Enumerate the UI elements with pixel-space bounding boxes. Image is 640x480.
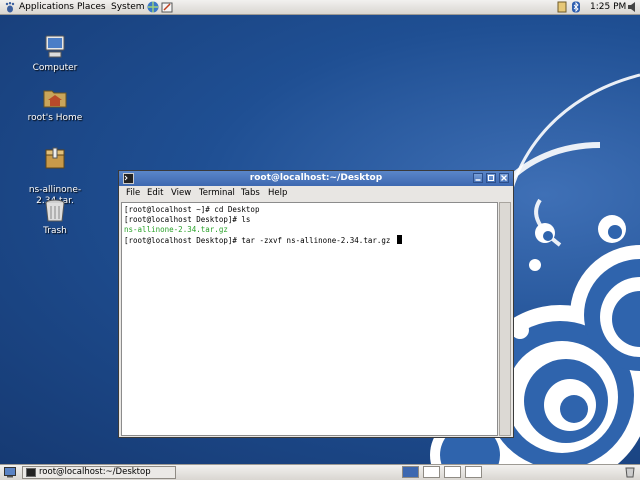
window-title: root@localhost:~/Desktop — [249, 173, 383, 183]
taskbar-label: root@localhost:~/Desktop — [39, 467, 151, 477]
archive-icon — [45, 147, 65, 169]
show-desktop-icon[interactable] — [4, 467, 16, 478]
minimize-button[interactable] — [473, 173, 483, 183]
terminal-line: [root@localhost Desktop]# ls — [124, 215, 251, 224]
apps-foot-icon — [5, 2, 15, 13]
edit-icon[interactable] — [161, 1, 173, 13]
desktop-icon-label: Computer — [32, 63, 78, 73]
terminal-line: [root@localhost ~]# cd Desktop — [124, 205, 260, 214]
menu-tabs[interactable]: Tabs — [241, 188, 260, 199]
terminal-prompt-line[interactable]: [root@localhost Desktop]# tar -zxvf ns-a… — [124, 235, 402, 246]
workspace-4[interactable] — [465, 466, 482, 478]
computer-icon — [45, 35, 65, 58]
menu-places[interactable]: Places — [77, 1, 106, 14]
speaker-icon[interactable] — [627, 1, 639, 13]
desktop-icon-label: Trash — [43, 226, 67, 236]
workspace-1[interactable] — [402, 466, 419, 478]
terminal-icon — [26, 468, 36, 477]
clock[interactable]: 1:25 PM — [590, 1, 626, 14]
desktop-icon-home[interactable]: root's Home — [15, 83, 95, 124]
notes-icon[interactable] — [556, 1, 568, 13]
menu-help[interactable]: Help — [268, 188, 287, 199]
minimize-icon — [475, 179, 481, 181]
terminal-line: ns-allinone-2.34.tar.gz — [124, 225, 228, 234]
trash-icon — [45, 199, 65, 222]
workspace-2[interactable] — [423, 466, 440, 478]
menu-system[interactable]: System — [111, 1, 145, 14]
desktop-icon-trash[interactable]: Trash — [15, 196, 95, 237]
home-folder-icon — [43, 90, 67, 108]
terminal-menubar: File Edit View Terminal Tabs Help — [119, 186, 513, 200]
bottom-panel: root@localhost:~/Desktop — [0, 464, 640, 480]
maximize-button[interactable] — [486, 173, 496, 183]
terminal-line: [root@localhost Desktop]# tar -zxvf ns-a… — [124, 236, 395, 245]
desktop-icon-label: root's Home — [27, 113, 83, 123]
desktop-icon-computer[interactable]: Computer — [15, 33, 95, 74]
taskbar-terminal[interactable]: root@localhost:~/Desktop — [22, 466, 176, 479]
menu-applications[interactable]: Applications — [19, 1, 74, 14]
menu-view[interactable]: View — [171, 188, 191, 199]
bluetooth-icon[interactable] — [570, 1, 582, 13]
menu-edit[interactable]: Edit — [147, 188, 163, 199]
trash-applet-icon[interactable] — [624, 466, 636, 478]
title-bar[interactable]: root@localhost:~/Desktop — [119, 171, 513, 186]
menu-terminal[interactable]: Terminal — [199, 188, 235, 199]
workspace-3[interactable] — [444, 466, 461, 478]
terminal-window[interactable]: root@localhost:~/Desktop File Edit View … — [118, 170, 514, 438]
text-cursor — [396, 235, 402, 244]
close-icon — [501, 175, 507, 181]
maximize-icon — [488, 175, 494, 181]
terminal-output[interactable]: [root@localhost ~]# cd Desktop [root@loc… — [121, 202, 498, 436]
scrollbar[interactable] — [499, 202, 511, 436]
close-button[interactable] — [499, 173, 509, 183]
browser-icon[interactable] — [147, 1, 159, 13]
top-panel: Applications Places System 1:25 PM — [0, 0, 640, 15]
menu-file[interactable]: File — [126, 188, 140, 199]
